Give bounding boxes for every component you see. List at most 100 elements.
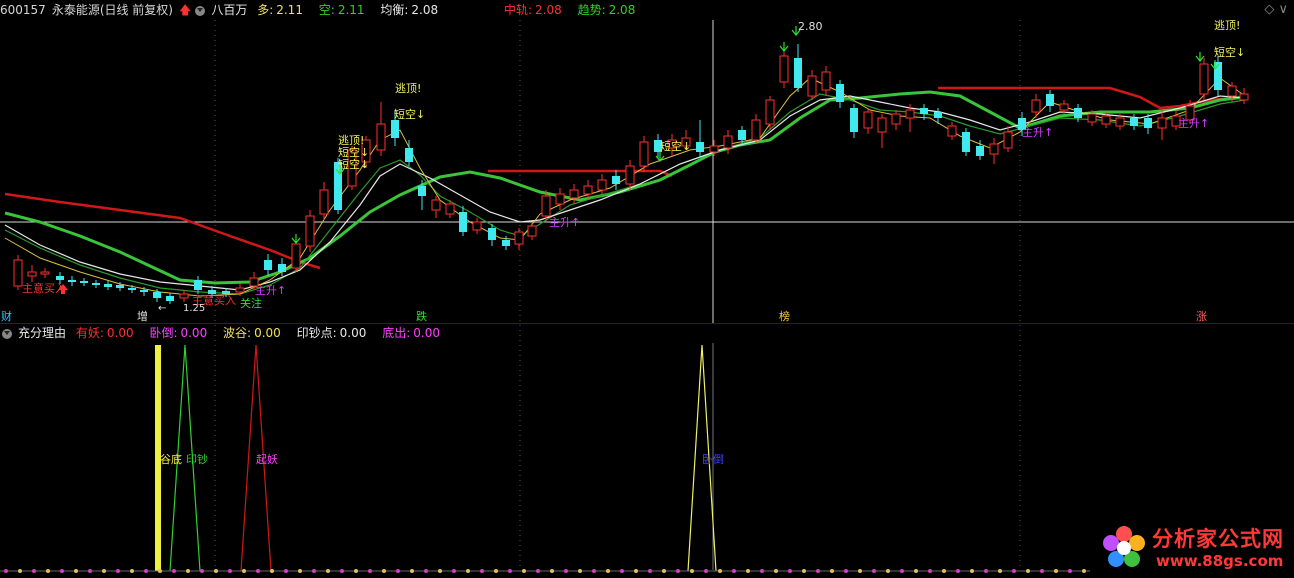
candle-body[interactable]	[976, 146, 984, 156]
candle-body[interactable]	[738, 130, 746, 140]
candle-body[interactable]	[405, 148, 413, 162]
candle-body[interactable]	[68, 280, 76, 282]
ma-red-line	[4, 192, 321, 270]
candle-body[interactable]	[583, 185, 593, 195]
candle-body[interactable]	[527, 225, 537, 237]
candle-body[interactable]	[836, 84, 844, 102]
candle-body[interactable]	[472, 221, 482, 231]
marker-bang[interactable]: 榜	[779, 309, 790, 323]
candle-body[interactable]	[947, 125, 957, 137]
candle-body[interactable]	[305, 215, 315, 247]
candle-body[interactable]	[612, 176, 620, 184]
candle-body[interactable]	[13, 259, 23, 287]
candle-body[interactable]	[140, 290, 148, 292]
baseline-dot	[872, 569, 876, 573]
candle-body[interactable]	[863, 111, 873, 129]
candle-body[interactable]	[794, 58, 802, 88]
candle-body[interactable]	[502, 240, 510, 246]
candle-body[interactable]	[920, 108, 928, 114]
candle-body[interactable]	[751, 119, 761, 141]
candle-body[interactable]	[807, 75, 817, 97]
baseline-dot	[452, 569, 456, 573]
event-markers: 财 增 跌 榜 涨	[1, 309, 1207, 323]
candle-body[interactable]	[80, 281, 88, 283]
baseline-dot	[578, 569, 582, 573]
marker-zhang[interactable]: 涨	[1196, 310, 1207, 323]
candle-body[interactable]	[639, 141, 649, 167]
candle-body[interactable]	[1130, 118, 1138, 126]
candle-body[interactable]	[445, 203, 455, 215]
candle-body[interactable]	[291, 243, 301, 269]
candle-body[interactable]	[92, 283, 100, 285]
signal-duankong-5: 短空↓	[1214, 45, 1245, 59]
candle-body[interactable]	[891, 113, 901, 125]
candlesticks[interactable]	[13, 44, 1249, 304]
candle-body[interactable]	[597, 179, 607, 191]
baseline-dot	[900, 569, 904, 573]
candle-body[interactable]	[56, 276, 64, 280]
baseline-dot	[788, 569, 792, 573]
candle-body[interactable]	[541, 195, 551, 217]
candle-body[interactable]	[1115, 117, 1125, 127]
candle-body[interactable]	[376, 123, 386, 151]
candle-body[interactable]	[962, 132, 970, 152]
marker-cai[interactable]: 财	[1, 309, 12, 323]
candle-body[interactable]	[179, 293, 189, 299]
candle-body[interactable]	[709, 145, 719, 153]
candle-body[interactable]	[431, 199, 441, 211]
candle-body[interactable]	[1074, 108, 1082, 118]
sub-chart[interactable]: 谷底 印钞 起妖 卧倒	[0, 344, 1090, 573]
candle-body[interactable]	[153, 292, 161, 298]
candle-body[interactable]	[166, 296, 174, 301]
candle-body[interactable]	[235, 287, 245, 293]
candle-body[interactable]	[391, 120, 399, 138]
candle-body[interactable]	[1003, 131, 1013, 149]
signal-taoding-3: 逃顶!	[1214, 19, 1240, 32]
candle-body[interactable]	[1144, 118, 1152, 128]
candle-body[interactable]	[877, 117, 887, 133]
candle-body[interactable]	[1101, 115, 1111, 125]
candle-body[interactable]	[1227, 85, 1237, 97]
baseline-dot	[102, 569, 106, 573]
candle-body[interactable]	[514, 231, 524, 245]
kline-chart[interactable]: 主意买入 主意买入 1.25 ← 关注 主升↑ 主升↑ 主升↑ 主升↑ 逃顶! …	[0, 0, 1294, 578]
baseline-dot	[830, 569, 834, 573]
candle-body[interactable]	[1031, 99, 1041, 113]
candle-body[interactable]	[1199, 63, 1209, 95]
candle-body[interactable]	[934, 112, 942, 118]
candle-body[interactable]	[104, 284, 112, 287]
candle-body[interactable]	[27, 271, 37, 277]
candle-body[interactable]	[723, 135, 733, 149]
candle-body[interactable]	[555, 193, 565, 205]
candle-body[interactable]	[696, 142, 704, 152]
candle-body[interactable]	[989, 143, 999, 155]
baseline-dot	[382, 569, 386, 573]
candle-body[interactable]	[569, 189, 579, 199]
candle-body[interactable]	[319, 189, 329, 215]
candle-body[interactable]	[1239, 93, 1249, 101]
baseline-dot	[494, 569, 498, 573]
candle-body[interactable]	[850, 108, 858, 132]
candle-body[interactable]	[488, 228, 496, 240]
candle-body[interactable]	[779, 55, 789, 83]
candle-body[interactable]	[1157, 117, 1167, 129]
candle-body[interactable]	[459, 212, 467, 232]
candle-body[interactable]	[1059, 103, 1069, 111]
candle-body[interactable]	[625, 165, 635, 185]
candle-body[interactable]	[194, 280, 202, 290]
candle-body[interactable]	[418, 186, 426, 196]
candle-body[interactable]	[40, 271, 50, 275]
marker-zeng[interactable]: 增	[137, 309, 148, 323]
candle-body[interactable]	[821, 71, 831, 91]
candle-body[interactable]	[765, 99, 775, 125]
marker-die[interactable]: 跌	[416, 309, 427, 323]
candle-body[interactable]	[1087, 113, 1097, 123]
candle-body[interactable]	[905, 109, 915, 119]
candle-body[interactable]	[264, 260, 272, 270]
candle-body[interactable]	[116, 285, 124, 288]
candle-body[interactable]	[1046, 94, 1054, 106]
candle-body[interactable]	[278, 264, 286, 272]
candle-body[interactable]	[128, 288, 136, 290]
baseline-dot	[886, 569, 890, 573]
signal-guanzhu: 关注	[240, 296, 262, 310]
